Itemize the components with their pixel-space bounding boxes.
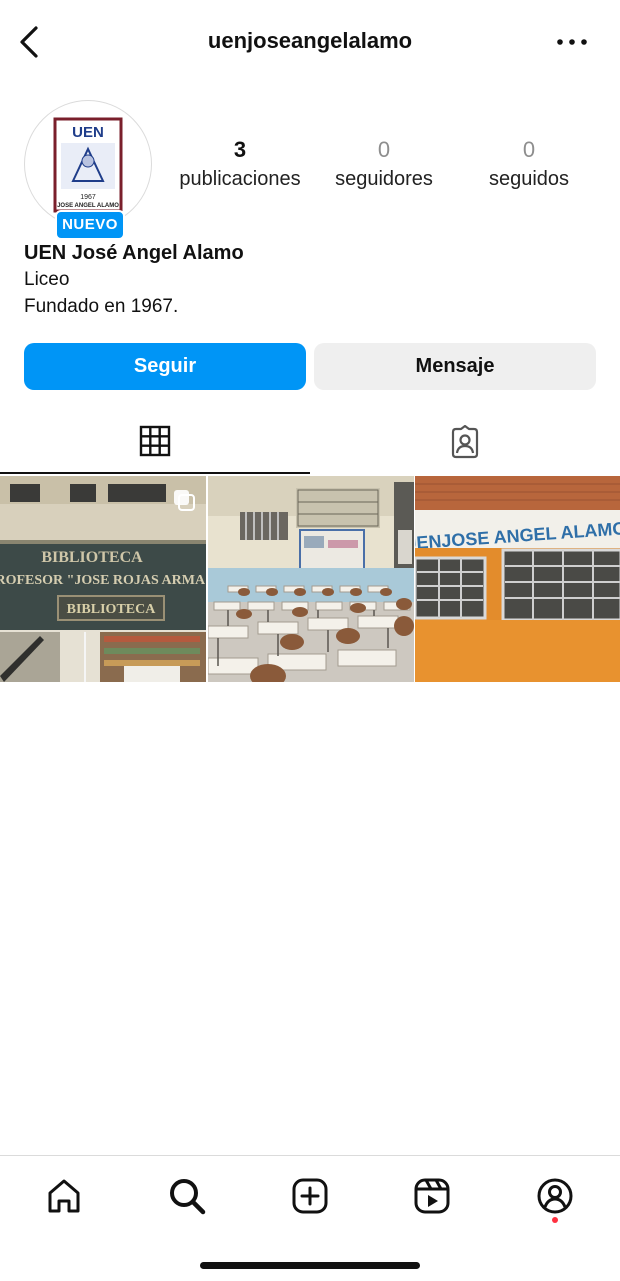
profile-bio-text: Fundado en 1967. [24,296,179,317]
post-image-school-wall: UENJOSE ANGEL ALAMO [415,476,620,682]
tab-posts-grid[interactable] [0,410,310,474]
stat-followers-label: seguidores [335,168,433,190]
top-bar: uenjoseangelalamo [0,0,620,84]
tab-tagged[interactable] [310,410,620,474]
stat-posts[interactable]: 3 publicaciones [165,136,315,194]
more-horizontal-icon [557,39,587,45]
post-thumbnail[interactable] [208,476,414,682]
nav-reels[interactable] [410,1174,454,1218]
stat-following-label: seguidos [488,168,570,190]
svg-text:UEN: UEN [72,124,104,141]
post-image-classroom [208,476,414,682]
more-options-button[interactable] [552,30,592,54]
notification-dot [552,1217,558,1223]
stat-following-value: 0 [522,137,536,162]
avatar[interactable]: UEN 1967 JOSE ANGEL ALAMO [24,100,152,228]
school-logo: UEN 1967 JOSE ANGEL ALAMO [53,117,123,213]
message-button[interactable]: Mensaje [314,343,596,390]
grid-icon [139,425,171,457]
nav-create[interactable] [288,1174,332,1218]
post-thumbnail[interactable]: UENJOSE ANGEL ALAMO [415,476,620,682]
posts-grid: BIBLIOTECA PROFESOR "JOSE ROJAS ARMA BIB… [0,476,620,682]
home-icon [48,1179,80,1213]
svg-text:JOSE ANGEL ALAMO: JOSE ANGEL ALAMO [57,203,119,209]
home-indicator [200,1262,420,1269]
stat-following[interactable]: 0 seguidos [454,136,604,194]
follow-button[interactable]: Seguir [24,343,306,390]
nav-home[interactable] [42,1174,86,1218]
profile-bio: UEN José Angel Alamo Liceo Fundado en 19… [24,240,594,320]
profile-tabs [0,410,620,474]
svg-text:PROFESOR "JOSE ROJAS ARMA: PROFESOR "JOSE ROJAS ARMA [0,573,206,588]
profile-icon [537,1178,573,1214]
profile-username: uenjoseangelalamo [207,28,413,53]
stat-posts-value: 3 [233,137,247,162]
svg-text:BIBLIOTECA: BIBLIOTECA [67,602,157,617]
profile-avatar-container[interactable]: UEN 1967 JOSE ANGEL ALAMO NUEVO [24,100,152,240]
stat-posts-label: publicaciones [179,168,301,190]
nav-profile[interactable] [533,1174,577,1218]
tagged-user-icon [451,425,479,459]
stat-followers-value: 0 [377,137,391,162]
profile-name: UEN José Angel Alamo [24,242,244,264]
post-thumbnail[interactable]: BIBLIOTECA PROFESOR "JOSE ROJAS ARMA BIB… [0,476,206,682]
svg-text:1967: 1967 [80,194,96,201]
search-icon [170,1179,206,1215]
svg-text:BIBLIOTECA: BIBLIOTECA [41,549,143,566]
profile-category: Liceo [24,269,70,290]
create-post-icon [292,1178,328,1214]
reels-icon [414,1178,450,1214]
new-badge: NUEVO [55,210,125,240]
stat-followers[interactable]: 0 seguidores [309,136,459,194]
nav-search[interactable] [165,1174,209,1218]
multiple-photos-icon [174,490,195,511]
